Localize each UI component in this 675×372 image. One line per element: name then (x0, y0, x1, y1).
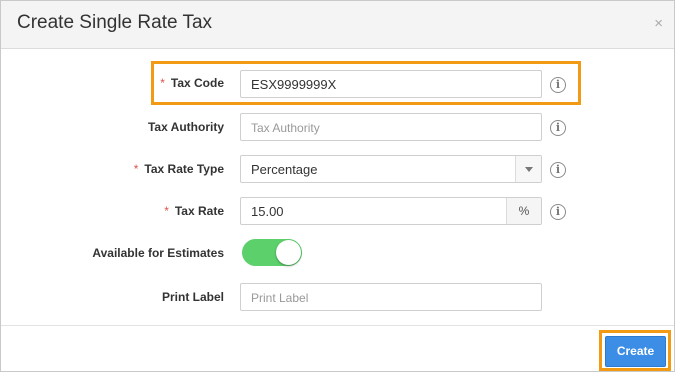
info-icon[interactable]: i (550, 204, 566, 220)
chevron-down-icon[interactable] (515, 156, 541, 182)
tax-rate-type-selected: Percentage (251, 162, 318, 177)
required-marker: * (164, 204, 169, 218)
tax-rate-value: 15.00 (251, 204, 284, 219)
info-icon[interactable]: i (550, 77, 566, 93)
print-label-label: Print Label (161, 290, 224, 304)
close-icon[interactable]: × (654, 16, 663, 31)
tax-rate-type-label: * Tax Rate Type (133, 162, 224, 176)
create-tax-dialog: Create Single Rate Tax × * Tax Code ESX99… (0, 0, 675, 372)
tax-authority-placeholder: Tax Authority (251, 121, 320, 135)
info-icon[interactable]: i (550, 120, 566, 136)
dialog-title: Create Single Rate Tax (17, 12, 213, 33)
available-for-estimates-toggle[interactable] (242, 239, 302, 266)
toggle-knob (276, 240, 301, 265)
tax-rate-label: * Tax Rate (164, 204, 224, 218)
required-marker: * (160, 76, 165, 90)
footer-divider (1, 325, 674, 326)
percent-addon: % (506, 198, 541, 224)
tax-code-label: * Tax Code (160, 76, 224, 90)
available-for-estimates-label: Available for Estimates (92, 246, 224, 260)
print-label-placeholder: Print Label (251, 291, 309, 305)
create-button[interactable]: Create (605, 336, 666, 367)
tax-code-input[interactable]: ESX9999999X (240, 70, 542, 98)
print-label-input[interactable]: Print Label (240, 283, 542, 311)
tax-authority-label: Tax Authority (147, 120, 224, 134)
tax-rate-type-select[interactable]: Percentage (240, 155, 542, 183)
info-icon[interactable]: i (550, 162, 566, 178)
required-marker: * (133, 162, 139, 176)
tax-code-value: ESX9999999X (251, 77, 337, 92)
tax-rate-input[interactable]: 15.00 % (240, 197, 542, 225)
tax-authority-input[interactable]: Tax Authority (240, 113, 542, 141)
dialog-header: Create Single Rate Tax × (1, 1, 674, 49)
